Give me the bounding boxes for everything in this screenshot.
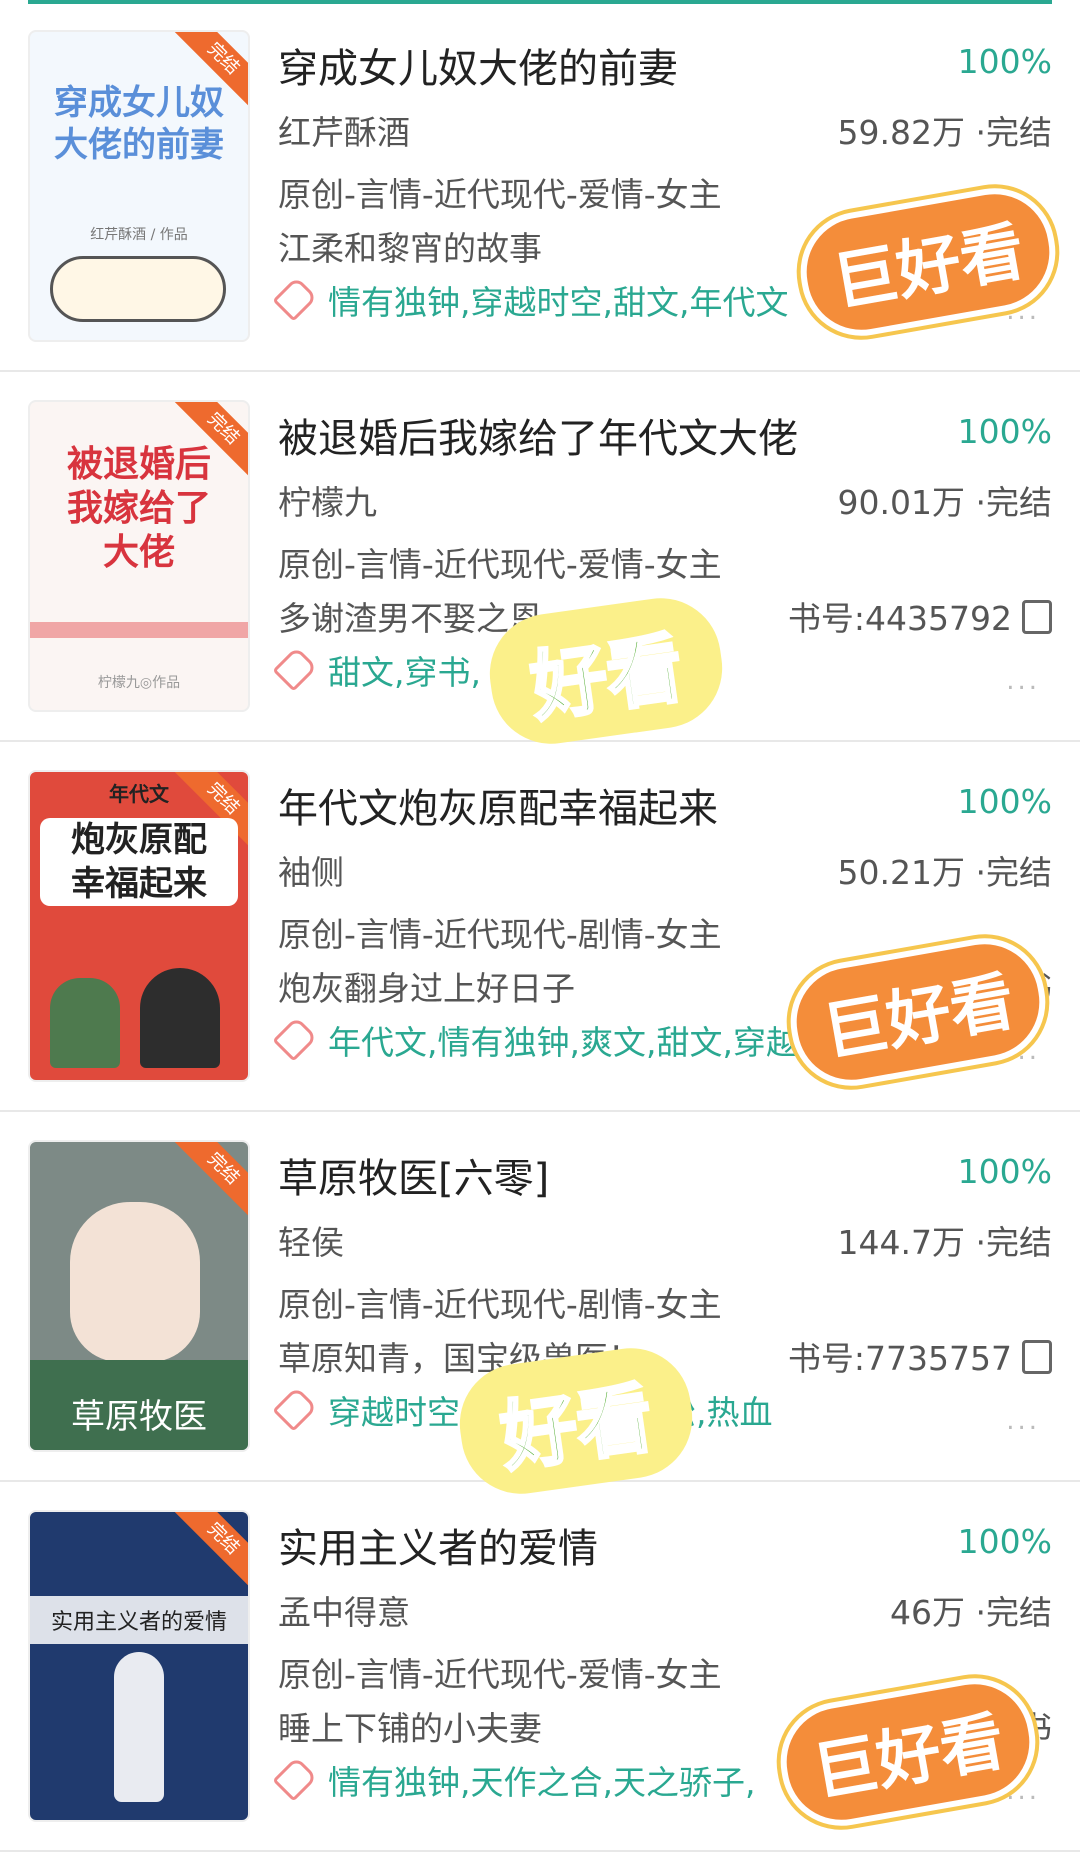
word-count-status: 59.82万 ·完结 [837,113,1052,152]
book-cover[interactable]: 完结 穿成女儿奴大佬的前妻 红芹酥酒 / 作品 [28,30,250,342]
book-number-label: 书号:7735757 [787,1339,1012,1378]
list-item[interactable]: 完结 草原牧医 草原牧医[六零] 100% 轻侯 144.7万 ·完结 原创-言… [0,1110,1080,1502]
cover-title: 草原牧医 [71,1397,207,1437]
progress-percent: 100% [957,1522,1052,1561]
tags-text: 年代文,情有独钟,爽文,甜文,穿 [328,1023,766,1062]
progress-percent: 100% [957,1152,1052,1191]
progress-percent: 100% [957,42,1052,81]
book-description: 多谢渣男不娶之恩 [278,599,542,638]
word-count-status: 90.01万 ·完结 [837,483,1052,522]
portrait-illustration [70,1202,200,1362]
word-count-status: 50.21万 ·完结 [837,853,1052,892]
book-cover[interactable]: 完结 实用主义者的爱情 [28,1510,250,1822]
book-description: 睡上下铺的小夫妻 [278,1709,542,1748]
cover-title: 被退婚后我嫁给了大佬 [66,443,211,573]
book-cover[interactable]: 完结 被退婚后我嫁给了大佬 柠檬九◎作品 [28,400,250,712]
book-author[interactable]: 柠檬九 [278,476,377,524]
cover-title: 穿成女儿奴大佬的前妻 [54,83,224,165]
book-title[interactable]: 年代文炮灰原配幸福起来 [278,776,718,834]
sticker: 巨好看 [771,1668,1045,1836]
list-item[interactable]: 完结 被退婚后我嫁给了大佬 柠檬九◎作品 被退婚后我嫁给了年代文大佬 100% … [0,370,1080,752]
book-title[interactable]: 穿成女儿奴大佬的前妻 [278,36,678,94]
book-category: 原创-言情-近代现代-爱情-女主 [278,1655,722,1694]
character-illustration [50,978,120,1068]
cover-subtitle: 红芹酥酒 / 作品 [90,227,188,243]
tags-text: 情有独钟,天作之合,天之骄子, [328,1763,756,1802]
figure-illustration [114,1652,164,1802]
progress-percent: 100% [957,412,1052,451]
word-count-status: 46万 ·完结 [890,1593,1052,1632]
cover-stripe [30,622,248,638]
book-title[interactable]: 实用主义者的爱情 [278,1516,598,1574]
word-count-status: 144.7万 ·完结 [837,1223,1052,1262]
book-number-label: 书号:4435792 [787,599,1012,638]
book-author[interactable]: 孟中得意 [278,1586,410,1634]
book-title[interactable]: 草原牧医[六零] [278,1146,549,1204]
book-description: 江柔和黎宵的故事 [278,229,542,268]
more-icon[interactable]: ... [1006,1406,1040,1436]
cover-badge: 完结 [166,1142,248,1226]
progress-percent: 100% [957,782,1052,821]
book-category: 原创-言情-近代现代-剧情-女主 [278,1285,722,1324]
list-item[interactable]: 完结 年代文 炮灰原配幸福起来 年代文炮灰原配幸福起来 100% 袖侧 50.2… [0,740,1080,1112]
book-tags: 情有独钟,天作之合,天之骄子, [278,1756,755,1804]
book-author[interactable]: 袖侧 [278,846,344,894]
book-number: 书号:4435792 [788,592,1052,640]
book-number: 书号:7735757 [788,1332,1052,1380]
cover-badge: 完结 [166,1512,248,1596]
copy-icon[interactable] [1022,600,1052,634]
list-item[interactable]: 完结 穿成女儿奴大佬的前妻 红芹酥酒 / 作品 穿成女儿奴大佬的前妻 100% … [0,0,1080,372]
cover-title: 炮灰原配幸福起来 [40,818,238,906]
book-tags: 情有独钟,穿越时空,甜文,年代文 [278,276,788,324]
cover-subtitle: 柠檬九◎作品 [97,675,181,691]
book-cover[interactable]: 完结 草原牧医 [28,1140,250,1452]
tags-text: 甜文,穿书, [328,653,481,692]
book-author[interactable]: 红芹酥酒 [278,106,410,154]
character-illustration [140,968,220,1068]
book-tags: 年代文,情有独钟,爽文,甜文,穿越时空 [278,1016,865,1064]
book-author[interactable]: 轻侯 [278,1216,344,1264]
cover-subtitle: 年代文 [109,782,169,806]
cat-illustration [50,256,226,322]
more-icon[interactable]: ... [1006,666,1040,696]
book-title[interactable]: 被退婚后我嫁给了年代文大佬 [278,406,798,464]
cover-title: 实用主义者的爱情 [30,1596,248,1644]
book-category: 原创-言情-近代现代-爱情-女主 [278,545,722,584]
book-category: 原创-言情-近代现代-爱情-女主 [278,175,722,214]
tags-text: 穿越时空 [328,1393,460,1432]
book-category: 原创-言情-近代现代-剧情-女主 [278,915,722,954]
sticker: 巨好看 [781,928,1055,1096]
book-cover[interactable]: 完结 年代文 炮灰原配幸福起来 [28,770,250,1082]
list-item[interactable]: 完结 实用主义者的爱情 实用主义者的爱情 100% 孟中得意 46万 ·完结 原… [0,1480,1080,1852]
book-description: 炮灰翻身过上好日子 [278,969,575,1008]
copy-icon[interactable] [1022,1340,1052,1374]
tags-text: 情有独钟,穿越时空,甜文,年代文 [328,283,789,322]
